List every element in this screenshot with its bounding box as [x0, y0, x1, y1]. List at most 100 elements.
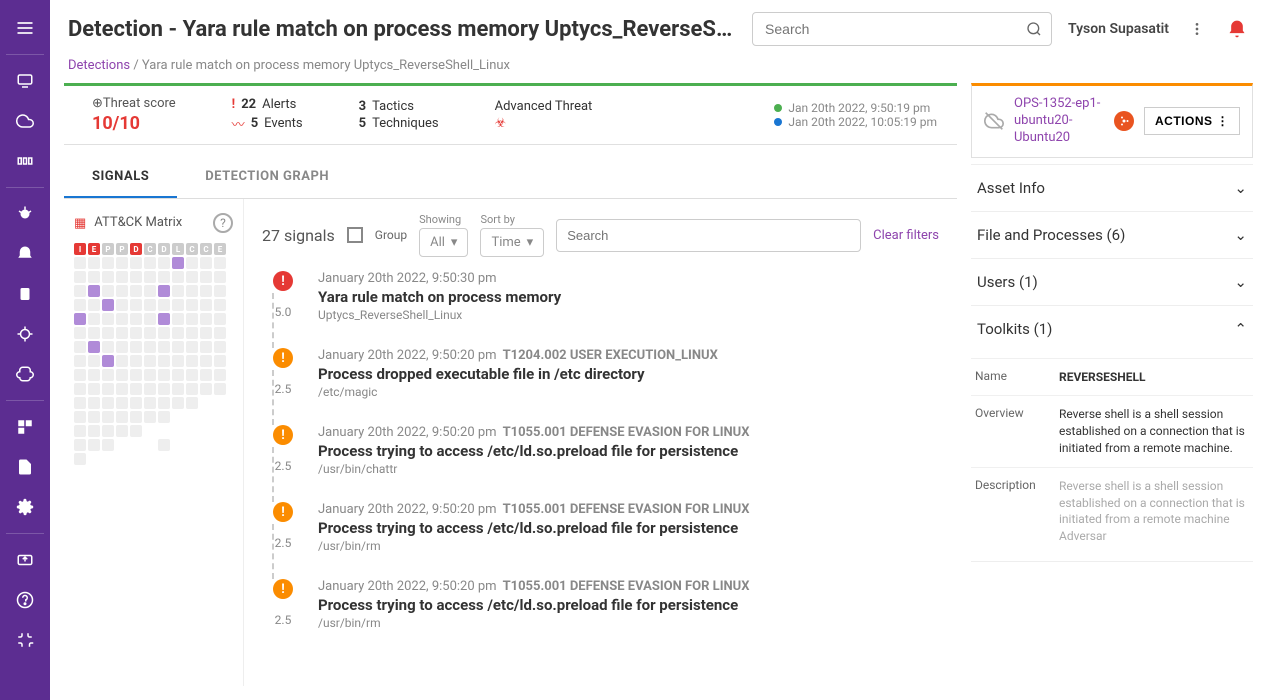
signal-time: January 20th 2022, 9:50:20 pm	[318, 425, 497, 440]
chevron-up-icon: ⌃	[1234, 320, 1247, 338]
breadcrumb-current: Yara rule match on process memory Uptycs…	[142, 58, 510, 73]
signal-item[interactable]: ! 2.5 January 20th 2022, 9:50:20 pm T1055…	[262, 425, 939, 476]
signal-subtitle: /usr/bin/rm	[318, 539, 939, 553]
signal-subtitle: /etc/magic	[318, 385, 939, 399]
group-label: Group	[375, 228, 407, 242]
toolkit-desc-label: Description	[975, 478, 1047, 545]
left-nav-sidebar	[0, 0, 50, 700]
tab-signals[interactable]: SIGNALS	[64, 157, 177, 198]
cloud-off-icon	[984, 111, 1004, 131]
matrix-grid[interactable]: IEPPDCDLCCE	[74, 243, 233, 675]
global-search[interactable]	[752, 12, 1052, 46]
signal-score: 5.0	[275, 305, 292, 319]
kebab-icon: ⋮	[1217, 114, 1230, 128]
severity-badge: !	[273, 271, 293, 291]
clear-filters-link[interactable]: Clear filters	[873, 228, 939, 243]
ubuntu-icon	[1114, 111, 1134, 131]
signal-item[interactable]: ! 2.5 January 20th 2022, 9:50:20 pmT1055…	[262, 579, 939, 630]
asset-card: OPS-1352-ep1-ubuntu20-Ubuntu20 ACTIONS ⋮	[971, 83, 1253, 158]
toolkits-body: Name REVERSESHELL Overview Reverse shell…	[971, 352, 1253, 561]
page-title: Detection - Yara rule match on process m…	[68, 17, 736, 42]
nav-endpoint-icon[interactable]	[9, 65, 41, 97]
notifications-icon[interactable]	[1225, 17, 1249, 41]
signal-title: Process trying to access /etc/ld.so.prel…	[318, 519, 939, 537]
nav-help-icon[interactable]	[9, 584, 41, 616]
asset-accordion: Asset Info ⌄ File and Processes (6) ⌄ Us…	[971, 164, 1253, 562]
signal-technique: T1204.002 USER EXECUTION_LINUX	[503, 348, 718, 363]
matrix-help-icon[interactable]: ?	[213, 213, 233, 233]
nav-upload-icon[interactable]	[9, 544, 41, 576]
signals-filter-row: 27 signals Group Showing All ▾ Sort by T…	[262, 213, 939, 257]
severity-badge: !	[273, 425, 293, 445]
nav-container-icon[interactable]	[9, 145, 41, 177]
tactics-label: Tactics	[372, 99, 414, 114]
nav-cloud-icon[interactable]	[9, 105, 41, 137]
breadcrumb: Detections / Yara rule match on process …	[50, 58, 1267, 83]
signal-technique: T1055.001 DEFENSE EVASION FOR LINUX	[503, 502, 750, 517]
biohazard-icon: ☣	[495, 116, 593, 131]
nav-clipboard-icon[interactable]	[9, 278, 41, 310]
signals-list: 27 signals Group Showing All ▾ Sort by T…	[244, 199, 957, 686]
nav-brain-icon[interactable]	[9, 358, 41, 390]
attack-matrix-panel: ▦ ATT&CK Matrix ? IEPPDCDLCCE	[64, 199, 244, 686]
accordion-files-processes[interactable]: File and Processes (6) ⌄	[971, 212, 1253, 258]
accordion-toolkits[interactable]: Toolkits (1) ⌃	[971, 306, 1253, 352]
signal-time: January 20th 2022, 9:50:30 pm	[318, 271, 497, 286]
showing-select[interactable]: All ▾	[419, 228, 468, 257]
kebab-menu-icon[interactable]	[1185, 17, 1209, 41]
signal-score: 2.5	[275, 536, 292, 550]
signal-title: Process trying to access /etc/ld.so.prel…	[318, 596, 939, 614]
asset-name-link[interactable]: OPS-1352-ep1-ubuntu20-Ubuntu20	[1014, 96, 1104, 147]
signals-search[interactable]	[556, 219, 861, 252]
threat-score-value: 10/10	[92, 113, 176, 134]
signal-time: January 20th 2022, 9:50:20 pm	[318, 579, 497, 594]
tab-detection-graph[interactable]: DETECTION GRAPH	[177, 157, 357, 198]
global-search-input[interactable]	[752, 12, 1052, 46]
chevron-down-icon: ⌄	[1234, 226, 1247, 244]
toolkit-overview-label: Overview	[975, 406, 1047, 456]
nav-dashboard-icon[interactable]	[9, 411, 41, 443]
toolkit-overview-value: Reverse shell is a shell session establi…	[1059, 406, 1249, 456]
chevron-down-icon: ▾	[527, 235, 534, 250]
signal-title: Process dropped executable file in /etc …	[318, 365, 939, 383]
signal-score: 2.5	[275, 459, 292, 473]
signal-subtitle: Uptycs_ReverseShell_Linux	[318, 308, 939, 322]
nav-bug-icon[interactable]	[9, 198, 41, 230]
toolkit-name-value: REVERSESHELL	[1059, 369, 1249, 386]
alerts-label: Alerts	[262, 97, 296, 112]
nav-api-icon[interactable]	[9, 624, 41, 656]
signal-item[interactable]: ! 2.5 January 20th 2022, 9:50:20 pmT1204…	[262, 348, 939, 399]
signal-title: Yara rule match on process memory	[318, 288, 939, 306]
nav-settings-icon[interactable]	[9, 491, 41, 523]
tabs: SIGNALS DETECTION GRAPH	[64, 157, 957, 199]
matrix-title: ATT&CK Matrix	[94, 215, 182, 232]
signals-search-input[interactable]	[556, 219, 861, 252]
user-name[interactable]: Tyson Supasatit	[1068, 21, 1169, 37]
chevron-down-icon: ⌄	[1234, 273, 1247, 291]
toolkit-desc-value: Reverse shell is a shell session establi…	[1059, 478, 1249, 545]
techniques-label: Techniques	[372, 116, 439, 131]
summary-card: ⊕Threat score 10/10 ! 22 Alerts 〰 5 Even…	[64, 83, 957, 145]
accordion-asset-info[interactable]: Asset Info ⌄	[971, 165, 1253, 211]
signal-subtitle: /usr/bin/chattr	[318, 462, 939, 476]
signal-technique: T1055.001 DEFENSE EVASION FOR LINUX	[503, 425, 750, 440]
signal-item[interactable]: ! 5.0 January 20th 2022, 9:50:30 pm Yara…	[262, 271, 939, 322]
chevron-down-icon: ⌄	[1234, 179, 1247, 197]
accordion-users[interactable]: Users (1) ⌄	[971, 259, 1253, 305]
detection-timerange: Jan 20th 2022, 9:50:19 pm Jan 20th 2022,…	[754, 101, 957, 129]
actions-button[interactable]: ACTIONS ⋮	[1144, 107, 1240, 135]
nav-file-icon[interactable]	[9, 451, 41, 483]
breadcrumb-root[interactable]: Detections	[68, 58, 130, 73]
signal-score: 2.5	[275, 382, 292, 396]
severity-badge: !	[273, 579, 293, 599]
severity-badge: !	[273, 348, 293, 368]
nav-target-icon[interactable]	[9, 318, 41, 350]
nav-alerts-icon[interactable]	[9, 238, 41, 270]
signal-time: January 20th 2022, 9:50:20 pm	[318, 502, 497, 517]
signal-item[interactable]: ! 2.5 January 20th 2022, 9:50:20 pmT1055…	[262, 502, 939, 553]
group-checkbox[interactable]	[347, 227, 363, 243]
sort-select[interactable]: Time ▾	[480, 228, 544, 257]
search-icon	[1026, 21, 1042, 37]
signal-score: 2.5	[275, 613, 292, 627]
hamburger-menu-icon[interactable]	[9, 12, 41, 44]
